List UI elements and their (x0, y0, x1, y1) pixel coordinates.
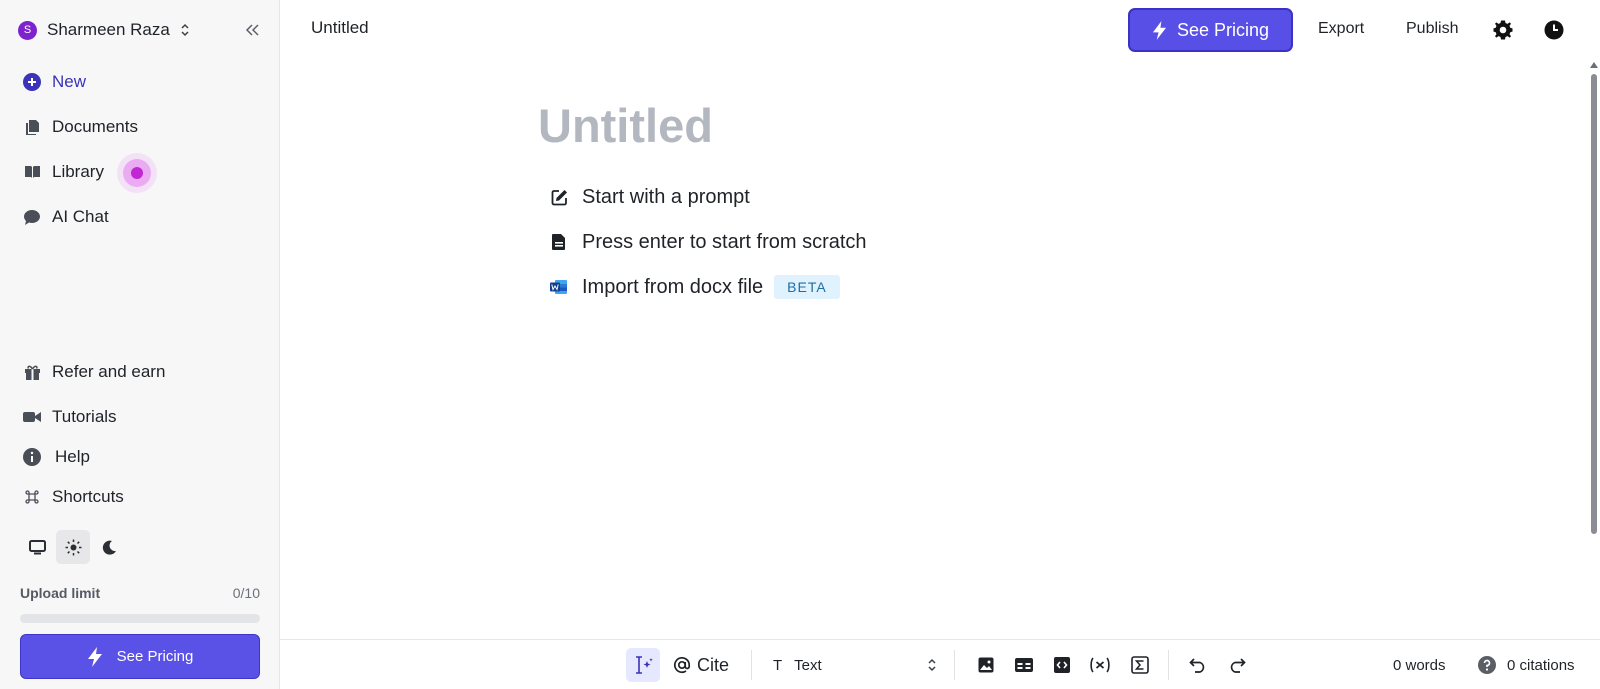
sidebar-item-library[interactable]: Library (22, 157, 104, 187)
citations-count[interactable]: 0 citations (1478, 648, 1575, 682)
table-icon (1015, 658, 1033, 672)
variable-icon (1090, 657, 1110, 673)
avatar: S (18, 20, 37, 40)
theme-dark-button[interactable] (92, 530, 126, 564)
collapse-sidebar-button[interactable] (242, 20, 262, 40)
documents-icon (22, 117, 42, 137)
sidebar-item-label: Library (52, 162, 104, 181)
document-icon (550, 233, 568, 251)
lightning-icon (1152, 20, 1167, 40)
toolbar-divider (954, 650, 955, 680)
upload-progress-bar (20, 614, 260, 623)
sidebar-item-label: New (52, 72, 87, 91)
theme-system-button[interactable] (20, 530, 54, 564)
sidebar-item-help[interactable]: Help (22, 442, 90, 472)
sidebar-item-label: Help (55, 447, 90, 466)
info-circle-icon (22, 447, 42, 467)
ai-cursor-button[interactable] (626, 648, 660, 682)
sidebar-see-pricing-label: See Pricing (116, 648, 194, 665)
sidebar-item-label: Tutorials (52, 407, 117, 426)
header-see-pricing-label: See Pricing (1176, 19, 1270, 40)
text-style-icon: T (773, 656, 783, 674)
sidebar-item-shortcuts[interactable]: Shortcuts (22, 482, 124, 512)
chat-bubble-icon (22, 207, 42, 227)
redo-icon (1230, 658, 1246, 673)
insert-image-button[interactable] (973, 648, 999, 682)
option-label: Import from docx file (582, 275, 764, 298)
toolbar-divider (1168, 650, 1169, 680)
scroll-up-arrow[interactable] (1590, 62, 1598, 68)
insert-variable-button[interactable] (1085, 648, 1115, 682)
undo-icon (1189, 658, 1205, 673)
header-see-pricing-button[interactable]: See Pricing (1128, 8, 1293, 52)
start-with-prompt-option[interactable]: Start with a prompt (550, 182, 750, 212)
option-label: Start with a prompt (582, 185, 750, 208)
toolbar-divider (751, 650, 752, 680)
sidebar-item-new[interactable]: New (22, 67, 86, 97)
video-camera-icon (22, 407, 42, 427)
redo-button[interactable] (1224, 648, 1250, 682)
sidebar: S Sharmeen Raza New Documents Library AI… (0, 0, 280, 689)
workspace-switcher[interactable]: S Sharmeen Raza (18, 18, 262, 42)
start-from-scratch-option[interactable]: Press enter to start from scratch (550, 227, 867, 257)
cite-button[interactable]: Cite (673, 648, 729, 682)
history-clock-icon[interactable] (1543, 19, 1565, 41)
editor-toolbar: Cite T Text 0 words 0 citations (280, 639, 1600, 689)
import-docx-option[interactable]: Import from docx file BETA (550, 272, 840, 302)
gift-icon (22, 362, 42, 382)
insert-table-button[interactable] (1011, 648, 1037, 682)
sidebar-item-label: Documents (52, 117, 138, 136)
word-file-icon (550, 278, 568, 296)
editor-title-placeholder[interactable]: Untitled (538, 98, 713, 153)
sidebar-item-label: Refer and earn (52, 362, 166, 381)
export-button[interactable]: Export (1318, 20, 1364, 38)
theme-switcher (20, 530, 126, 564)
sidebar-item-label: Shortcuts (52, 487, 124, 506)
lightning-icon (87, 646, 103, 667)
moon-icon (102, 540, 116, 555)
editor-scrollbar[interactable] (1588, 62, 1600, 627)
undo-button[interactable] (1185, 648, 1211, 682)
sidebar-see-pricing-button[interactable]: See Pricing (20, 634, 260, 679)
user-name: Sharmeen Raza (47, 20, 170, 39)
chevron-updown-icon (927, 657, 937, 678)
insert-code-button[interactable] (1049, 648, 1075, 682)
sidebar-item-label: AI Chat (52, 207, 109, 226)
sidebar-item-documents[interactable]: Documents (22, 112, 138, 142)
upload-limit-count: 0/10 (232, 585, 260, 601)
text-style-select[interactable]: T Text (773, 648, 953, 682)
cite-label: Cite (697, 654, 730, 675)
onboarding-pulse-indicator[interactable] (117, 153, 157, 193)
book-icon (22, 162, 42, 182)
sidebar-item-tutorials[interactable]: Tutorials (22, 402, 117, 432)
sidebar-item-refer[interactable]: Refer and earn (22, 357, 165, 387)
upload-limit: Upload limit 0/10 (20, 585, 260, 601)
citations-label: 0 citations (1507, 656, 1575, 674)
command-key-icon (22, 487, 42, 507)
sigma-icon (1131, 656, 1149, 674)
chevron-updown-icon (178, 21, 192, 39)
plus-circle-icon (22, 72, 42, 92)
beta-badge: BETA (774, 275, 840, 299)
at-sign-icon (673, 656, 691, 674)
gear-icon[interactable] (1492, 19, 1514, 41)
question-circle-icon (1478, 656, 1496, 674)
publish-button[interactable]: Publish (1406, 20, 1458, 38)
code-block-icon (1054, 657, 1070, 673)
insert-equation-button[interactable] (1127, 648, 1153, 682)
word-count: 0 words (1393, 656, 1446, 674)
sun-icon (65, 539, 81, 555)
image-icon (978, 657, 994, 673)
double-chevron-left-icon (245, 24, 259, 36)
monitor-icon (28, 539, 46, 554)
option-label: Press enter to start from scratch (582, 230, 867, 253)
sidebar-item-ai-chat[interactable]: AI Chat (22, 202, 109, 232)
theme-light-button[interactable] (56, 530, 90, 564)
ai-text-cursor-icon (636, 656, 653, 674)
document-title[interactable]: Untitled (311, 18, 369, 38)
edit-pencil-icon (550, 188, 568, 206)
upload-limit-label: Upload limit (20, 585, 101, 601)
text-style-value: Text (794, 656, 822, 674)
scrollbar-thumb[interactable] (1591, 74, 1597, 534)
